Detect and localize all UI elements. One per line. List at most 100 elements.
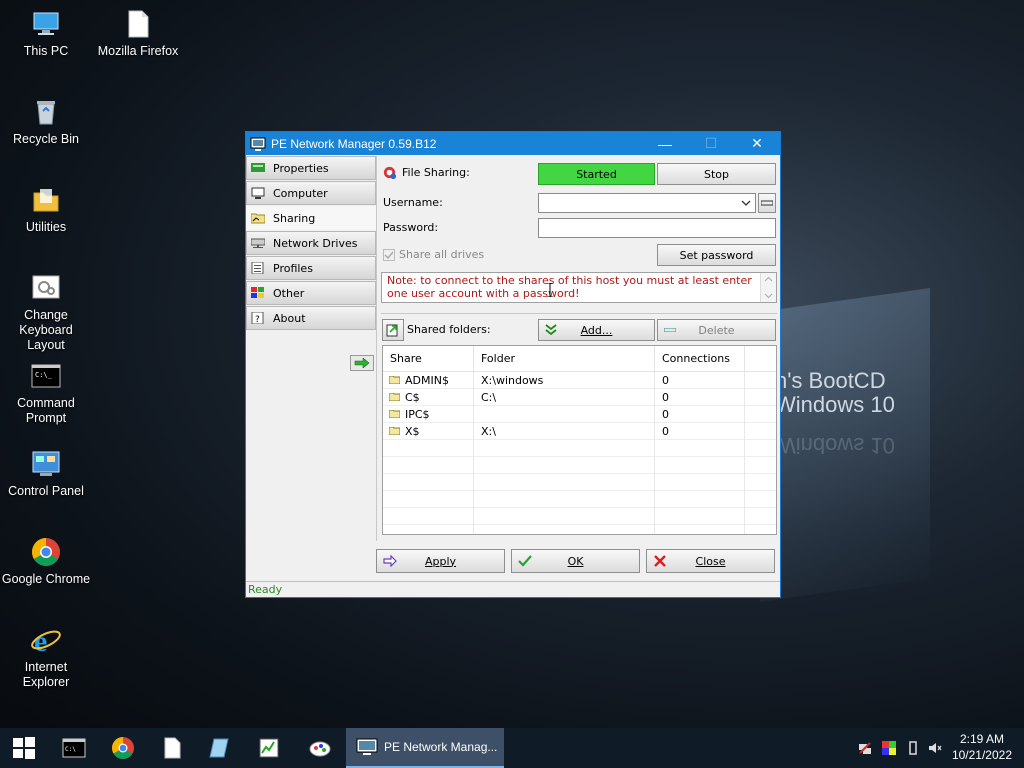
file-icon[interactable]: [160, 736, 184, 760]
other-tiles-icon: [251, 287, 264, 298]
taskbar-clock[interactable]: 2:19 AM 10/21/2022: [952, 731, 1012, 763]
shared-folder-icon: [389, 410, 400, 418]
recycle-bin-icon: [37, 101, 55, 125]
checkmark-icon: [518, 555, 532, 567]
chevron-down-icon[interactable]: [741, 200, 751, 207]
table-header: Share Folder Connections: [383, 346, 776, 372]
delete-share-label: Delete: [698, 323, 735, 337]
sidebar-item-label: Properties: [273, 161, 329, 175]
shared-folder-icon: [389, 427, 400, 435]
sidebar-item-sharing[interactable]: Sharing: [246, 206, 376, 230]
usb-drive-icon[interactable]: [906, 741, 920, 755]
notepad-icon[interactable]: [208, 736, 232, 760]
desktop-icon-label: Command Prompt: [17, 396, 75, 425]
share-name: C$: [405, 390, 420, 404]
task-manager-icon[interactable]: [257, 736, 281, 760]
open-shared-folder-button[interactable]: [382, 319, 404, 341]
empty-row: [383, 490, 776, 508]
shared-folders-table: Share Folder Connections ADMIN$ X:\windo…: [382, 345, 777, 535]
volume-muted-icon[interactable]: [928, 741, 942, 755]
open-folder-arrow-icon: [386, 324, 398, 337]
paint-icon[interactable]: [308, 736, 332, 760]
sidebar-item-about[interactable]: ? About: [246, 306, 376, 330]
desktop-icon-mozilla-firefox[interactable]: Mozilla Firefox: [92, 8, 184, 59]
table-row[interactable]: ADMIN$ X:\windows 0: [383, 371, 776, 389]
sidebar: Properties Computer Sharing Network Driv…: [246, 156, 376, 371]
column-header-share[interactable]: Share: [383, 346, 474, 372]
help-icon: ?: [251, 312, 264, 324]
folder-cell: X:\: [474, 422, 655, 440]
window-close-button[interactable]: ✕: [734, 132, 780, 155]
set-password-button[interactable]: Set password: [657, 244, 776, 266]
username-label: Username:: [383, 196, 443, 209]
wallpaper-text-line-2: Windows 10: [775, 392, 895, 417]
color-display-icon[interactable]: [882, 741, 896, 755]
share-cell: IPC$: [383, 405, 474, 423]
file-icon: [128, 10, 149, 38]
close-label: Close: [695, 554, 726, 568]
connections-cell: 0: [655, 422, 745, 440]
sidebar-item-properties[interactable]: Properties: [246, 156, 376, 180]
sidebar-item-profiles[interactable]: Profiles: [246, 256, 376, 280]
svg-text:C:\_: C:\_: [35, 371, 53, 379]
remove-user-button[interactable]: [758, 193, 776, 213]
stop-button[interactable]: Stop: [657, 163, 776, 185]
collapse-sidebar-button[interactable]: [350, 355, 374, 371]
add-share-button[interactable]: Add...: [538, 319, 655, 341]
note-scrollbar[interactable]: [760, 273, 776, 302]
table-row[interactable]: C$ C:\ 0: [383, 388, 776, 406]
column-header-connections[interactable]: Connections: [655, 346, 745, 372]
desktop-icon-internet-explorer[interactable]: e Internet Explorer: [0, 624, 92, 690]
file-sharing-label: File Sharing:: [402, 166, 470, 179]
sidebar-item-network-drives[interactable]: Network Drives: [246, 231, 376, 255]
computer-icon: [251, 187, 265, 199]
share-all-drives-checkbox[interactable]: Share all drives: [383, 248, 484, 261]
ok-label: OK: [567, 554, 584, 568]
desktop-icon-this-pc[interactable]: This PC: [0, 8, 92, 59]
windows-start-icon[interactable]: [12, 736, 36, 760]
maximize-button[interactable]: ☐: [688, 132, 734, 155]
empty-row: [383, 473, 776, 491]
close-button[interactable]: Close: [646, 549, 775, 573]
desktop-icon-recycle-bin[interactable]: Recycle Bin: [0, 96, 92, 147]
table-row[interactable]: IPC$ 0: [383, 405, 776, 423]
keyboard-settings-icon: [32, 275, 60, 299]
username-combobox[interactable]: [538, 193, 756, 213]
share-cell: X$: [383, 422, 474, 440]
sidebar-item-label: Computer: [273, 186, 328, 200]
control-panel-icon: [32, 451, 60, 476]
chrome-icon[interactable]: [111, 736, 135, 760]
minimize-button[interactable]: —: [642, 132, 688, 155]
sharing-status-indicator: Started: [538, 163, 655, 185]
password-field[interactable]: [538, 218, 776, 238]
profiles-icon: [251, 262, 264, 274]
minus-icon: [761, 200, 773, 206]
delete-share-button[interactable]: Delete: [657, 319, 776, 341]
column-header-folder[interactable]: Folder: [474, 346, 655, 372]
chevron-up-icon[interactable]: [764, 276, 773, 282]
folder-cell: [474, 405, 655, 423]
chevron-down-icon[interactable]: [764, 293, 773, 299]
command-prompt-icon[interactable]: C:\: [62, 736, 86, 760]
desktop-icon-google-chrome[interactable]: Google Chrome: [0, 536, 92, 587]
desktop-icon-label: Control Panel: [8, 484, 84, 498]
taskbar-item-pe-network-manager[interactable]: PE Network Manag...: [346, 728, 504, 768]
folder-cell: C:\: [474, 388, 655, 406]
sidebar-item-computer[interactable]: Computer: [246, 181, 376, 205]
taskbar-item-label: PE Network Manag...: [384, 740, 498, 754]
network-status-icon[interactable]: [858, 741, 872, 755]
empty-row: [383, 439, 776, 457]
desktop-icon-utilities[interactable]: Utilities: [0, 184, 92, 235]
desktop-icon-command-prompt[interactable]: C:\_ Command Prompt: [0, 360, 92, 426]
apply-button[interactable]: Apply: [376, 549, 505, 573]
ok-button[interactable]: OK: [511, 549, 640, 573]
desktop-icon-change-keyboard-layout[interactable]: Change Keyboard Layout: [0, 272, 92, 353]
share-all-drives-label: Share all drives: [399, 248, 485, 261]
desktop-icon-label: Internet Explorer: [22, 660, 70, 689]
title-bar[interactable]: PE Network Manager 0.59.B12 — ☐ ✕: [246, 132, 780, 155]
sidebar-item-other[interactable]: Other: [246, 281, 376, 305]
sharing-panel: File Sharing: Started Stop Username: Pas…: [376, 156, 780, 541]
apply-label: Apply: [424, 554, 457, 568]
desktop-icon-control-panel[interactable]: Control Panel: [0, 448, 92, 499]
table-row[interactable]: X$ X:\ 0: [383, 422, 776, 440]
